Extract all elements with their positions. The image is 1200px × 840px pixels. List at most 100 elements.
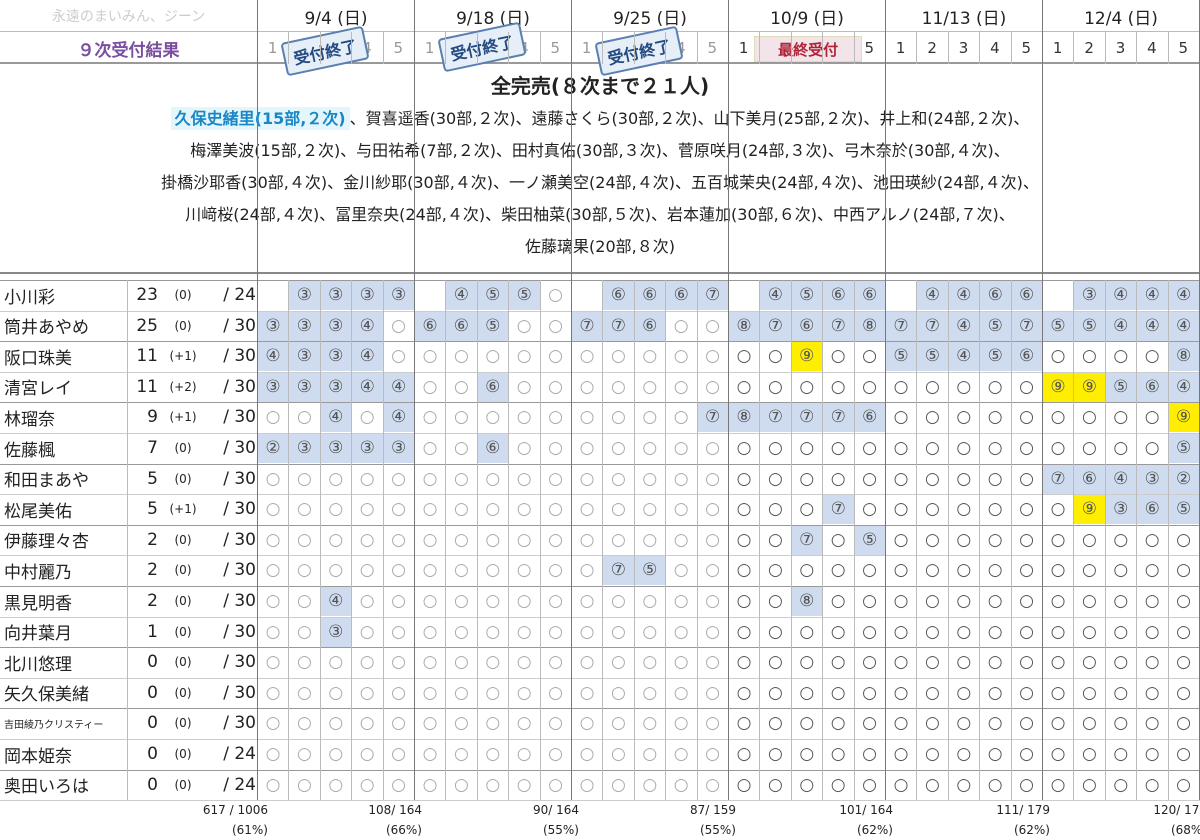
slot-cell: ○ (610, 591, 626, 611)
faded-title: 永遠のまいみん、ジーン (51, 9, 206, 25)
sold-delta: (+2) (169, 379, 197, 394)
sold-count: 9 (147, 407, 158, 428)
column-divider (445, 280, 447, 801)
slot-cell: ○ (1113, 560, 1129, 581)
slot-cell: ○ (1019, 713, 1035, 734)
soldout-line: 佐藤璃果(20部,８次) (0, 231, 1200, 263)
slot-cell: ○ (1144, 774, 1160, 795)
row-divider (0, 371, 1200, 373)
part-number: 5 (1021, 39, 1032, 57)
slot-cell: ○ (422, 529, 438, 550)
slot-cell: ○ (799, 744, 815, 764)
slot-cell: ○ (485, 346, 501, 367)
date-header: 9/25 (日) (571, 0, 728, 32)
slot-cell: ○ (548, 285, 564, 305)
slot-cell: ○ (1144, 682, 1160, 703)
slot-cell: ○ (956, 529, 972, 550)
slot-cell: ○ (893, 407, 909, 428)
slot-cell: ○ (705, 652, 721, 673)
slot-cell: ○ (1019, 376, 1035, 397)
slot-cell: ○ (265, 560, 281, 581)
slot-cell: ○ (359, 774, 375, 795)
slot-cell: ⑥ (979, 280, 1011, 310)
summary-percent: (61%) (231, 823, 268, 837)
slot-cell: ○ (391, 713, 407, 734)
soldout-panel: 全完売(８次まで２１人) 久保史緒里(15部,２次) 、賀喜遥香(30部,２次)、… (0, 64, 1200, 274)
slot-cell: ⑥ (477, 433, 509, 463)
slot-cell: ○ (705, 560, 721, 581)
slot-cell: ○ (391, 468, 407, 489)
sold-delta: (0) (174, 441, 192, 455)
slot-cell: ④ (383, 371, 415, 402)
slot-cell: ○ (987, 560, 1003, 581)
slot-cell: ○ (642, 774, 658, 795)
slot-cell: ○ (422, 468, 438, 489)
slot-cell: ④ (351, 310, 383, 341)
row-divider (0, 586, 1200, 587)
slot-cell (415, 280, 446, 310)
slot-cell: ○ (1113, 621, 1129, 642)
column-divider (1136, 32, 1138, 64)
slot-cell: ○ (799, 713, 815, 734)
slot-total: / 30 (223, 346, 256, 367)
slot-cell: ○ (642, 652, 658, 673)
slot-cell: ⑦ (759, 310, 791, 341)
slot-cell: ④ (383, 402, 415, 433)
part-number: 2 (1084, 39, 1094, 57)
slot-cell: ○ (956, 652, 972, 673)
row-divider (0, 677, 1200, 679)
slot-cell: ○ (705, 529, 721, 550)
slot-cell: ○ (391, 774, 407, 795)
slot-cell: ○ (579, 744, 595, 764)
slot-cell: ○ (1176, 652, 1192, 673)
date-summary: 101/ 164 (62%) (733, 800, 893, 840)
slot-cell: ○ (265, 468, 281, 489)
column-divider (853, 280, 855, 801)
slot-cell: ○ (830, 713, 846, 734)
slot-cell: ○ (548, 591, 564, 611)
slot-cell: ⑦ (602, 555, 634, 586)
column-divider (947, 280, 949, 801)
slot-cell: ○ (642, 468, 658, 489)
slot-cell: ③ (1136, 463, 1168, 494)
slot-cell: ○ (610, 652, 626, 673)
slot-cell (729, 280, 760, 310)
sold-delta: (+1) (169, 410, 197, 425)
slot-cell: ③ (1073, 280, 1105, 310)
column-divider (822, 280, 824, 801)
slot-cell: ○ (422, 438, 438, 458)
slot-cell: ○ (1019, 499, 1035, 520)
slot-cell: ○ (1176, 529, 1192, 550)
slot-cell: ○ (956, 499, 972, 520)
soldout-text: 梅澤美波(15部,２次)、与田祐希(7部,２次)、田村真佑(30部,３次)、菅原… (190, 141, 1010, 160)
slot-cell: ③ (383, 433, 415, 463)
column-divider (1104, 280, 1106, 801)
slot-cell: ○ (296, 499, 312, 520)
slot-cell: ○ (1050, 621, 1066, 642)
slot-cell: ○ (924, 774, 940, 795)
part-number: 5 (1178, 39, 1189, 57)
slot-cell: ○ (391, 346, 407, 367)
slot-cell: ○ (705, 682, 721, 703)
slot-cell: ○ (673, 682, 689, 703)
slot-cell: ○ (642, 407, 658, 428)
slot-cell: ○ (1176, 744, 1192, 764)
slot-cell: ○ (642, 621, 658, 642)
sold-delta: (0) (174, 777, 192, 792)
slot-cell: ○ (987, 621, 1003, 642)
slot-cell: ○ (862, 468, 878, 489)
slot-cell: ④ (1105, 280, 1137, 310)
slot-total: / 30 (223, 376, 256, 397)
slot-cell: ○ (830, 468, 846, 489)
slot-cell: ○ (391, 652, 407, 673)
slot-cell: ○ (799, 468, 815, 489)
column-divider (665, 280, 667, 801)
slot-cell: ○ (1050, 744, 1066, 764)
slot-cell: ○ (453, 407, 469, 428)
slot-cell: ○ (1019, 774, 1035, 795)
slot-cell: ⑤ (1105, 371, 1137, 402)
slot-cell: ④ (948, 310, 980, 341)
slot-cell: ○ (265, 774, 281, 795)
member-row: 中村麗乃 2 (0) / 30 ○ ○ ○ ○ ○ ○ ○ ○ ○ ○ ○ ⑦ ⑤ ○ ○ ○ ○ ○ ○ ○ ○ ○ ○ ○ ○ ○ ○ ○… (0, 555, 1200, 586)
slot-cell: ○ (862, 346, 878, 367)
